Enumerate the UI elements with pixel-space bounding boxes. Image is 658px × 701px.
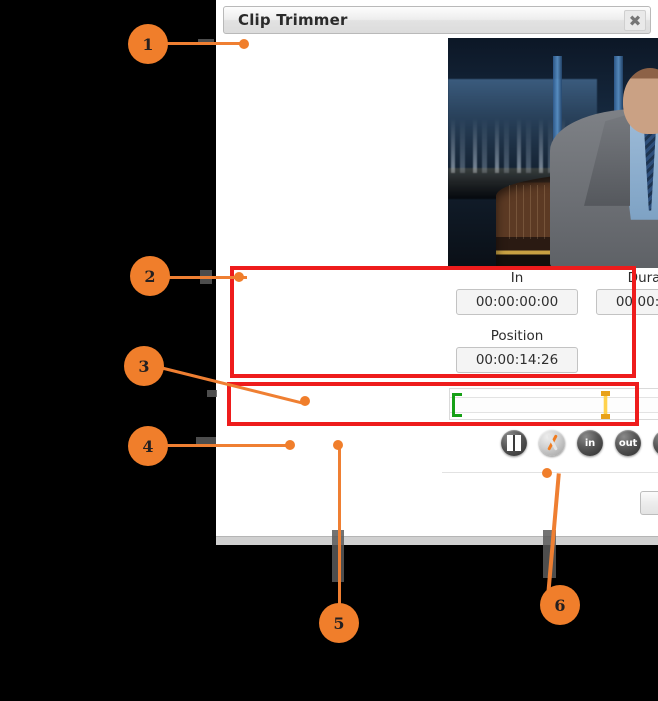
callout-badge-2: 2 <box>130 256 170 296</box>
timeline-scrubber[interactable] <box>449 388 658 420</box>
callout-anchor-dot <box>542 468 552 478</box>
callout-badge-3: 3 <box>124 346 164 386</box>
dialog-footer: OK Cancel <box>640 491 658 515</box>
in-point-marker-icon[interactable] <box>452 393 462 417</box>
out-icon: out <box>618 437 638 449</box>
annotation-smudge <box>207 390 217 397</box>
callout-anchor-dot <box>239 39 249 49</box>
in-label: In <box>510 270 524 286</box>
clip-trimmer-dialog: Clip Trimmer ✖ In 00:00:00:00 Dura 00:00… <box>216 0 658 536</box>
in-input[interactable] <box>456 289 578 315</box>
callout-leader-line <box>167 42 247 45</box>
callout-anchor-dot <box>285 440 295 450</box>
page-backdrop-edge <box>216 536 658 545</box>
step-back-button[interactable] <box>653 430 658 456</box>
scrubber-track[interactable] <box>450 397 658 413</box>
callout-anchor-dot <box>300 396 310 406</box>
duration-field-group: Duration <box>596 270 658 315</box>
split-icon <box>507 435 521 451</box>
callout-badge-4: 4 <box>128 426 168 466</box>
transport-toolbar: in out <box>501 430 658 460</box>
callout-anchor-dot <box>333 440 343 450</box>
duration-label: Duration <box>627 270 658 286</box>
in-icon: in <box>584 437 596 449</box>
callout-anchor-dot <box>234 272 244 282</box>
position-field-group: Position <box>456 328 578 373</box>
split-clip-button[interactable] <box>501 430 527 456</box>
position-label: Position <box>490 328 544 344</box>
preview-frame-image <box>448 38 658 268</box>
timecode-fields: In Duration Out Position Total Duration <box>452 270 658 374</box>
callout-badge-1: 1 <box>128 24 168 64</box>
callout-badge-6: 6 <box>540 585 580 625</box>
ok-button[interactable]: OK <box>640 491 658 515</box>
callout-badge-5: 5 <box>319 603 359 643</box>
dialog-title: Clip Trimmer <box>238 11 348 29</box>
set-out-point-button[interactable]: out <box>615 430 641 456</box>
video-preview[interactable] <box>448 38 658 268</box>
cut-clip-button[interactable] <box>539 430 565 456</box>
scissors-icon <box>543 434 561 452</box>
duration-input[interactable] <box>596 289 658 315</box>
callout-leader-line <box>338 445 341 608</box>
in-field-group: In <box>456 270 578 315</box>
set-in-point-button[interactable]: in <box>577 430 603 456</box>
position-input[interactable] <box>456 347 578 373</box>
close-icon[interactable]: ✖ <box>624 10 646 31</box>
dialog-titlebar[interactable]: Clip Trimmer ✖ <box>223 6 651 34</box>
callout-leader-line <box>167 444 294 447</box>
